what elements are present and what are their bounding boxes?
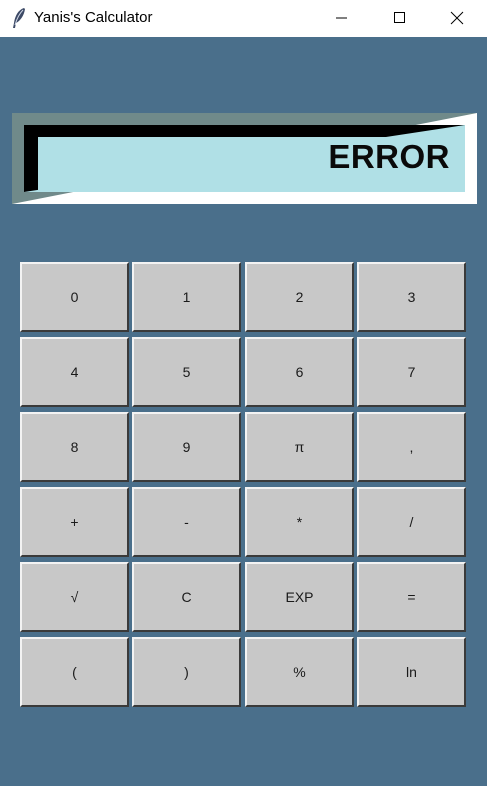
key-pi-button[interactable]: π [245, 412, 354, 482]
key-8-button[interactable]: 8 [20, 412, 129, 482]
key-percent-button[interactable]: % [245, 637, 354, 707]
maximize-button[interactable] [371, 0, 429, 37]
close-button[interactable] [429, 0, 487, 37]
key-5-button[interactable]: 5 [132, 337, 241, 407]
keypad: 0 1 2 3 4 5 6 7 8 9 π, + - * / √ C EXP = ()% ln [20, 262, 467, 707]
key-exp-button[interactable]: EXP [245, 562, 354, 632]
key-ln-button[interactable]: ln [357, 637, 466, 707]
key-clear-button[interactable]: C [132, 562, 241, 632]
maximize-icon [394, 12, 405, 23]
key-4-button[interactable]: 4 [20, 337, 129, 407]
feather-icon [10, 7, 28, 29]
title-bar[interactable]: Yanis's Calculator [0, 0, 487, 37]
key-open-paren-button[interactable]: ( [20, 637, 129, 707]
key-multiply-button[interactable]: * [245, 487, 354, 557]
close-icon [450, 11, 464, 25]
key-6-button[interactable]: 6 [245, 337, 354, 407]
key-9-button[interactable]: 9 [132, 412, 241, 482]
minimize-button[interactable] [313, 0, 371, 37]
key-2-button[interactable]: 2 [245, 262, 354, 332]
key-comma-button[interactable]: , [357, 412, 466, 482]
key-minus-button[interactable]: - [132, 487, 241, 557]
key-close-paren-button[interactable]: ) [132, 637, 241, 707]
key-7-button[interactable]: 7 [357, 337, 466, 407]
key-sqrt-button[interactable]: √ [20, 562, 129, 632]
key-divide-button[interactable]: / [357, 487, 466, 557]
key-0-button[interactable]: 0 [20, 262, 129, 332]
display-value: ERROR [328, 138, 450, 175]
key-3-button[interactable]: 3 [357, 262, 466, 332]
key-plus-button[interactable]: + [20, 487, 129, 557]
key-equals-button[interactable]: = [357, 562, 466, 632]
minimize-icon [336, 17, 347, 19]
key-1-button[interactable]: 1 [132, 262, 241, 332]
calculator-display[interactable]: ERROR [12, 113, 477, 204]
window-title: Yanis's Calculator [34, 9, 153, 26]
